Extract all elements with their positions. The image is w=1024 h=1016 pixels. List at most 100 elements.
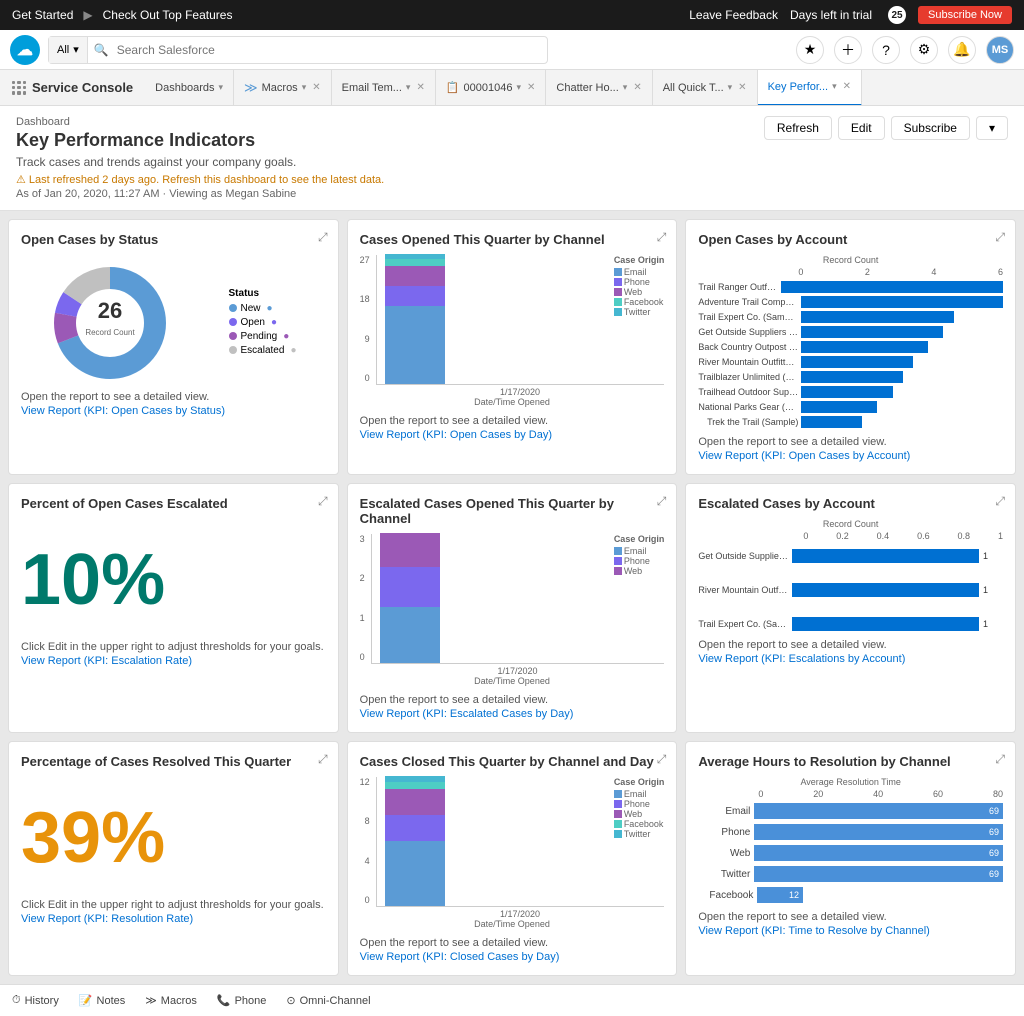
search-input[interactable] bbox=[109, 43, 547, 57]
subscribe-now-button[interactable]: Subscribe Now bbox=[918, 6, 1012, 24]
view-report-link-open-cases-account[interactable]: View Report (KPI: Open Cases by Account) bbox=[698, 450, 910, 462]
search-icon: 🔍 bbox=[88, 43, 109, 57]
esc-account-value-1: 1 bbox=[983, 551, 1003, 561]
expand-icon-9[interactable]: ⤢ bbox=[995, 752, 1005, 767]
account-label-3: Trail Expert Co. (Sample) bbox=[698, 312, 798, 322]
account-label-6: River Mountain Outfitte… bbox=[698, 357, 798, 367]
tab-close-chatter[interactable]: ✕ bbox=[633, 82, 641, 93]
tab-dashboards[interactable]: Dashboards ▾ bbox=[145, 70, 234, 106]
avg-value-phone: 69 bbox=[989, 827, 999, 837]
add-icon[interactable]: ＋ bbox=[834, 36, 862, 64]
esc-bar-group bbox=[380, 533, 440, 663]
card-title-avg-hours: Average Hours to Resolution by Channel bbox=[698, 754, 950, 769]
tab-close-key[interactable]: ✕ bbox=[843, 81, 851, 92]
legend-open: Open ● bbox=[229, 317, 297, 328]
tab-quick-t[interactable]: All Quick T... ▾ ✕ bbox=[653, 70, 758, 106]
search-scope[interactable]: All ▾ bbox=[49, 37, 88, 63]
expand-icon-3[interactable]: ⤢ bbox=[995, 230, 1005, 245]
user-avatar[interactable]: MS bbox=[986, 36, 1014, 64]
header-icons: ★ ＋ ? ⚙ 🔔 MS bbox=[796, 36, 1014, 64]
closed-channel-legend: Case Origin Email Phone Web Facebook Twi… bbox=[614, 777, 665, 839]
legend-label-open: Open bbox=[241, 317, 265, 328]
donut-chart: 26 Record Count bbox=[50, 263, 170, 383]
view-report-link-percent-escalated[interactable]: View Report (KPI: Escalation Rate) bbox=[21, 655, 192, 667]
tab-case[interactable]: 📋 00001046 ▾ ✕ bbox=[436, 70, 547, 106]
leave-feedback-link[interactable]: Leave Feedback bbox=[689, 8, 778, 22]
avg-label-facebook: Facebook bbox=[698, 890, 753, 901]
view-report-link-cases-channel[interactable]: View Report (KPI: Open Cases by Day) bbox=[360, 429, 552, 441]
settings-icon[interactable]: ⚙ bbox=[910, 36, 938, 64]
tab-chatter[interactable]: Chatter Ho... ▾ ✕ bbox=[546, 70, 652, 106]
account-bar-2 bbox=[801, 296, 1003, 308]
esc-channel-bars: Case Origin Email Phone Web 1/17/2020 bbox=[371, 534, 665, 676]
expand-icon-8[interactable]: ⤢ bbox=[657, 752, 667, 767]
account-label-8: Trailhead Outdoor Supp… bbox=[698, 387, 798, 397]
star-icon[interactable]: ★ bbox=[796, 36, 824, 64]
view-report-link-esc-account[interactable]: View Report (KPI: Escalations by Account… bbox=[698, 653, 905, 665]
legend-escalated: Escalated ● bbox=[229, 345, 297, 356]
tab-email-templates[interactable]: Email Tem... ▾ ✕ bbox=[332, 70, 436, 106]
avg-row-phone: Phone 69 bbox=[698, 824, 1003, 840]
view-report-link-open-cases-status[interactable]: View Report (KPI: Open Cases by Status) bbox=[21, 405, 225, 417]
closed-bar-web bbox=[385, 789, 445, 815]
avg-bar-web: 69 bbox=[754, 845, 1003, 861]
expand-icon-2[interactable]: ⤢ bbox=[657, 230, 667, 245]
esc-bar-web bbox=[380, 533, 440, 567]
notifications-icon[interactable]: 🔔 bbox=[948, 36, 976, 64]
avg-chart: Email 69 Phone 69 Web 69 Twitter bbox=[698, 803, 1003, 903]
edit-button[interactable]: Edit bbox=[838, 116, 885, 140]
account-bar-6 bbox=[801, 356, 913, 368]
dropdown-button[interactable]: ▾ bbox=[976, 116, 1008, 140]
tab-key-perf[interactable]: Key Perfor... ▾ ✕ bbox=[758, 70, 862, 106]
esc-account-value-2: 1 bbox=[983, 585, 1003, 595]
check-out-features-link[interactable]: Check Out Top Features bbox=[103, 8, 233, 22]
avg-value-twitter: 69 bbox=[989, 869, 999, 879]
closed-bar-container: Case Origin Email Phone Web Facebook Twi… bbox=[376, 777, 665, 907]
status-phone[interactable]: 📞 Phone bbox=[217, 994, 267, 1007]
tab-close-quick[interactable]: ✕ bbox=[738, 82, 746, 93]
legend-bullet-open: ● bbox=[271, 317, 277, 328]
view-report-link-cases-closed[interactable]: View Report (KPI: Closed Cases by Day) bbox=[360, 951, 560, 963]
bar-phone bbox=[385, 286, 445, 306]
account-row-1: Trail Ranger Outfitters (… bbox=[698, 281, 1003, 293]
view-report-link-esc-channel[interactable]: View Report (KPI: Escalated Cases by Day… bbox=[360, 708, 574, 720]
expand-icon-5[interactable]: ⤢ bbox=[657, 494, 667, 509]
avg-value-email: 69 bbox=[989, 806, 999, 816]
legend-label-escalated: Escalated bbox=[241, 345, 285, 356]
tab-macros[interactable]: ≫ Macros ▾ ✕ bbox=[234, 70, 332, 106]
account-axis: 0246 bbox=[798, 267, 1003, 277]
record-count-label: Record Count bbox=[698, 255, 1003, 265]
cases-closed-chart-area: 12840 Case Origin Email Phone Web Facebo… bbox=[360, 777, 665, 919]
expand-icon-7[interactable]: ⤢ bbox=[318, 752, 328, 767]
status-omni[interactable]: ⊙ Omni-Channel bbox=[286, 994, 370, 1007]
expand-icon-6[interactable]: ⤢ bbox=[995, 494, 1005, 509]
tab-chevron-chatter: ▾ bbox=[623, 82, 628, 93]
account-row-5: Back Country Outpost (… bbox=[698, 341, 1003, 353]
view-report-link-percent-resolved[interactable]: View Report (KPI: Resolution Rate) bbox=[21, 913, 193, 925]
search-bar: ☁ All ▾ 🔍 ★ ＋ ? ⚙ 🔔 MS bbox=[0, 30, 1024, 70]
account-label-1: Trail Ranger Outfitters (… bbox=[698, 282, 778, 292]
refresh-button[interactable]: Refresh bbox=[764, 116, 832, 140]
dashboard-timestamp: As of Jan 20, 2020, 11:27 AM · Viewing a… bbox=[16, 188, 764, 200]
get-started-link[interactable]: Get Started bbox=[12, 8, 73, 22]
legend-pending: Pending ● bbox=[229, 331, 297, 342]
account-label-9: National Parks Gear (Sa… bbox=[698, 402, 798, 412]
subscribe-button[interactable]: Subscribe bbox=[891, 116, 970, 140]
account-row-7: Trailblazer Unlimited (S… bbox=[698, 371, 1003, 383]
account-bar-8 bbox=[801, 386, 892, 398]
status-history[interactable]: ⏱ History bbox=[12, 994, 59, 1007]
expand-icon-4[interactable]: ⤢ bbox=[318, 494, 328, 509]
status-notes[interactable]: 📝 Notes bbox=[79, 994, 125, 1007]
help-icon[interactable]: ? bbox=[872, 36, 900, 64]
status-macros[interactable]: ≫ Macros bbox=[145, 994, 197, 1007]
expand-icon[interactable]: ⤢ bbox=[318, 230, 328, 245]
account-label-2: Adventure Trail Compa… bbox=[698, 297, 798, 307]
tab-close-email[interactable]: ✕ bbox=[416, 82, 424, 93]
x-axis-label-cases-closed: Date/Time Opened bbox=[360, 919, 665, 929]
tab-close-macros[interactable]: ✕ bbox=[312, 82, 320, 93]
esc-bar-phone bbox=[380, 567, 440, 607]
tab-close-case[interactable]: ✕ bbox=[527, 82, 535, 93]
cases-channel-chart-area: 271890 Case Origin Email Phone Web Faceb… bbox=[360, 255, 665, 397]
view-report-link-avg-hours[interactable]: View Report (KPI: Time to Resolve by Cha… bbox=[698, 925, 930, 937]
account-label-10: Trek the Trail (Sample) bbox=[698, 417, 798, 427]
